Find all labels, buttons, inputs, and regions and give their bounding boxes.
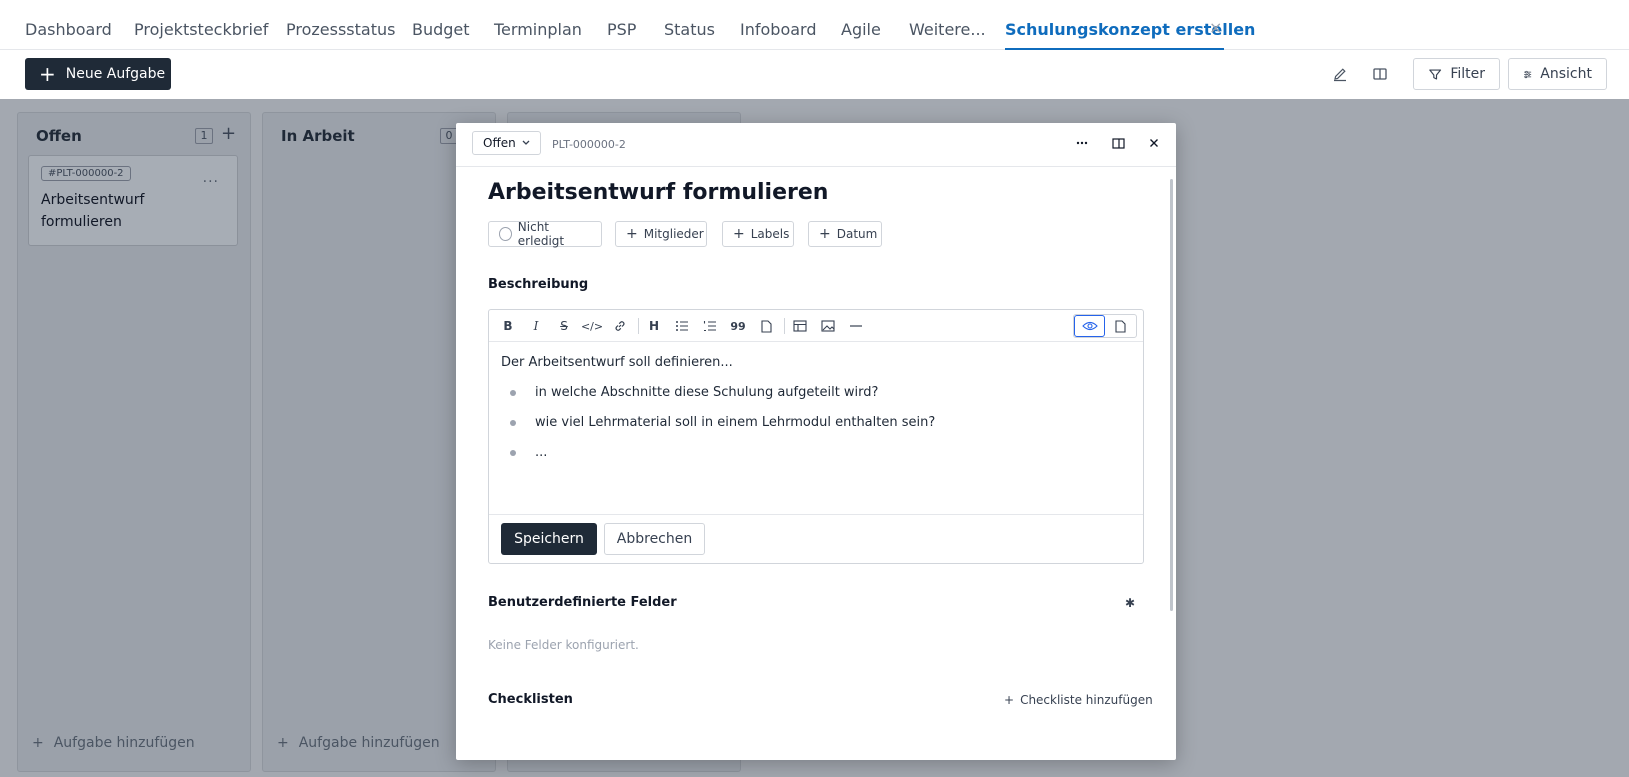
add-checklist-label: Checkliste hinzufügen — [1020, 693, 1153, 707]
plus-icon: + — [819, 226, 831, 242]
task-id: PLT-000000-2 — [552, 138, 626, 151]
cancel-button[interactable]: Abbrechen — [604, 523, 705, 555]
filter-label: Filter — [1450, 66, 1485, 82]
add-labels-button[interactable]: + Labels — [722, 221, 794, 247]
add-checklist-button[interactable]: + Checkliste hinzufügen — [1004, 693, 1153, 707]
close-icon[interactable] — [1144, 133, 1164, 153]
task-title[interactable]: Arbeitsentwurf formulieren — [488, 180, 828, 205]
tab-budget[interactable]: Budget — [412, 20, 470, 39]
list-item: wie viel Lehrmaterial soll in einem Lehr… — [501, 412, 1131, 442]
more-icon[interactable]: ... — [203, 170, 219, 186]
file-code-icon[interactable] — [756, 316, 776, 336]
view-label: Ansicht — [1540, 66, 1592, 82]
add-task-plus-icon[interactable]: + — [221, 123, 236, 144]
code-icon[interactable]: </> — [581, 316, 603, 336]
list-item: ... — [501, 442, 1131, 472]
labels-label: Labels — [750, 227, 790, 241]
description-intro: Der Arbeitsentwurf soll definieren... — [501, 355, 733, 370]
editor-content[interactable]: Der Arbeitsentwurf soll definieren... in… — [501, 352, 1131, 472]
plus-icon: + — [733, 226, 745, 242]
checklists-heading: Checklisten — [488, 692, 573, 707]
modal-header: Offen PLT-000000-2 — [456, 123, 1176, 167]
no-fields-text: Keine Felder konfiguriert. — [488, 638, 639, 652]
task-card-title: Arbeitsentwurf formulieren — [41, 192, 145, 230]
toolbar-divider — [638, 318, 639, 334]
members-label: Mitglieder — [643, 227, 704, 241]
plus-icon: + — [39, 62, 56, 86]
date-label: Datum — [836, 227, 878, 241]
custom-fields-heading: Benutzerdefinierte Felder — [488, 595, 677, 610]
save-button[interactable]: Speichern — [501, 523, 597, 555]
completion-toggle[interactable]: Nicht erledigt — [488, 220, 602, 248]
add-task-link[interactable]: + Aufgabe hinzufügen — [277, 735, 440, 751]
view-button[interactable]: Ansicht — [1508, 58, 1607, 90]
quote-icon[interactable]: 99 — [728, 316, 748, 336]
column-title: Offen — [36, 127, 82, 145]
plus-icon: + — [626, 226, 638, 242]
tab-terminplan[interactable]: Terminplan — [494, 20, 582, 39]
task-detail-modal: Offen PLT-000000-2 Arbeitsentwurf formul… — [456, 123, 1176, 760]
add-task-link[interactable]: + Aufgabe hinzufügen — [32, 735, 195, 751]
description-bullet-list: in welche Abschnitte diese Schulung aufg… — [501, 382, 1131, 472]
plus-icon: + — [277, 735, 289, 751]
markdown-file-icon[interactable] — [1105, 315, 1136, 337]
column-count-badge: 1 — [195, 128, 213, 144]
gear-icon[interactable]: ✱ — [1125, 596, 1135, 610]
toolbar-divider — [784, 318, 785, 334]
editor-mode-toggle — [1073, 314, 1137, 338]
tab-prozessstatus[interactable]: Prozessstatus — [286, 20, 395, 39]
editor-toolbar: B I S </> H 99 — [489, 310, 1143, 342]
bold-icon[interactable]: B — [498, 316, 518, 336]
description-heading: Beschreibung — [488, 277, 589, 292]
new-task-label: Neue Aufgabe — [65, 66, 166, 82]
plus-icon: + — [32, 735, 44, 751]
task-card[interactable]: #PLT-000000-2 ... Arbeitsentwurf formuli… — [28, 155, 238, 246]
add-task-label: Aufgabe hinzufügen — [53, 735, 195, 751]
tab-dashboard[interactable]: Dashboard — [25, 20, 112, 39]
side-panel-icon[interactable] — [1108, 133, 1128, 153]
circle-icon — [499, 227, 512, 241]
add-task-label: Aufgabe hinzufügen — [298, 735, 440, 751]
task-card-id: #PLT-000000-2 — [41, 166, 131, 181]
eye-icon[interactable] — [1074, 315, 1106, 337]
filter-button[interactable]: Filter — [1413, 58, 1500, 90]
chevron-down-icon — [522, 140, 530, 145]
plus-icon: + — [1004, 693, 1015, 707]
link-icon[interactable] — [610, 316, 630, 336]
numbered-list-icon[interactable] — [700, 316, 720, 336]
new-task-button[interactable]: + Neue Aufgabe — [25, 58, 171, 90]
tab-infoboard[interactable]: Infoboard — [740, 20, 816, 39]
filter-icon — [1429, 68, 1442, 80]
tab-close-icon[interactable]: × — [1209, 18, 1222, 37]
modal-scrollbar[interactable] — [1170, 179, 1173, 611]
sliders-icon — [1524, 70, 1532, 78]
split-view-icon[interactable] — [1369, 63, 1391, 85]
column-title: In Arbeit — [281, 127, 355, 145]
description-editor: B I S </> H 99 Der Arbeitsentwurf soll d… — [488, 309, 1144, 564]
status-dropdown[interactable]: Offen — [472, 131, 541, 155]
editor-footer: Speichern Abbrechen — [489, 514, 1143, 563]
strikethrough-icon[interactable]: S — [554, 316, 574, 336]
tab-agile[interactable]: Agile — [841, 20, 881, 39]
add-members-button[interactable]: + Mitglieder — [615, 221, 707, 247]
horizontal-rule-icon[interactable] — [846, 316, 866, 336]
tab-projektsteckbrief[interactable]: Projektsteckbrief — [134, 20, 268, 39]
list-item: in welche Abschnitte diese Schulung aufg… — [501, 382, 1131, 412]
top-navigation: Dashboard Projektsteckbrief Prozessstatu… — [0, 0, 1629, 50]
completion-label: Nicht erledigt — [517, 220, 565, 248]
more-icon[interactable] — [1072, 133, 1092, 153]
italic-icon[interactable]: I — [526, 316, 546, 336]
status-value: Offen — [483, 136, 516, 150]
pencil-icon[interactable] — [1329, 63, 1351, 85]
image-icon[interactable] — [818, 316, 838, 336]
board-toolbar: + Neue Aufgabe Filter Ansicht — [0, 50, 1629, 99]
tab-status[interactable]: Status — [664, 20, 715, 39]
tab-psp[interactable]: PSP — [607, 20, 636, 39]
add-date-button[interactable]: + Datum — [808, 221, 882, 247]
table-icon[interactable] — [790, 316, 810, 336]
bullet-list-icon[interactable] — [672, 316, 692, 336]
heading-icon[interactable]: H — [644, 316, 664, 336]
tab-weitere[interactable]: Weitere... — [909, 20, 986, 39]
